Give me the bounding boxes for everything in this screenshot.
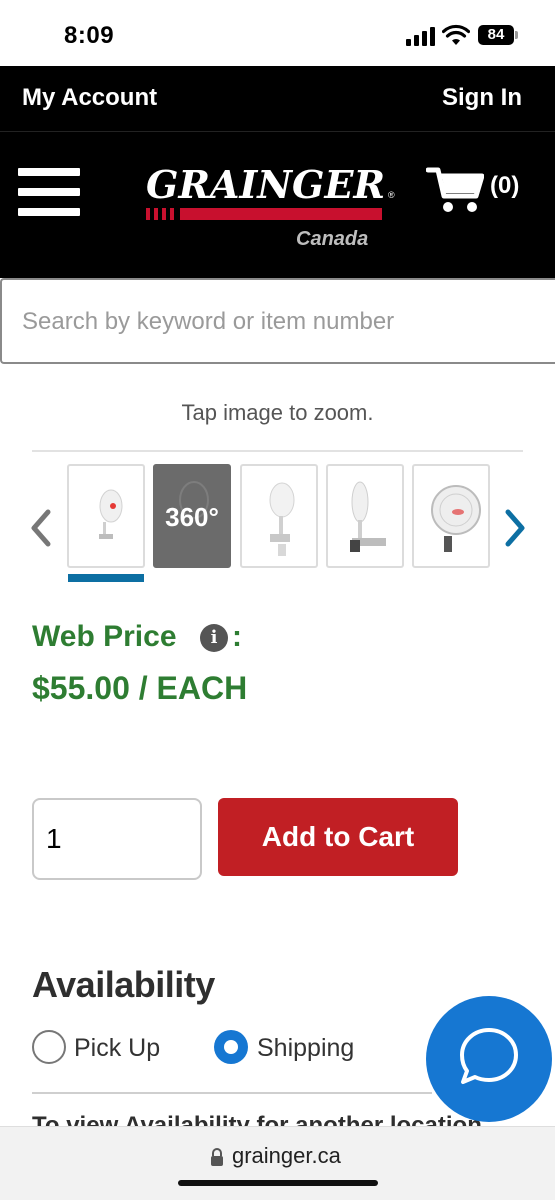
browser-url-bar[interactable]: grainger.ca xyxy=(0,1126,555,1200)
status-bar: 8:09 84 xyxy=(0,0,555,66)
pickup-radio[interactable] xyxy=(32,1030,66,1064)
cart-count[interactable]: (0) xyxy=(490,172,519,200)
fan-image xyxy=(350,481,386,552)
logo-wordmark: GRAINGER xyxy=(146,162,386,207)
wifi-icon xyxy=(442,24,470,45)
web-price-label: Web Price xyxy=(32,620,177,653)
lock-icon xyxy=(211,1148,223,1166)
add-to-cart-button[interactable]: Add to Cart xyxy=(218,798,458,876)
quantity-input[interactable] xyxy=(32,798,202,880)
product-thumbnail-3[interactable] xyxy=(240,464,318,568)
price-value: $55.00 / EACH xyxy=(32,670,248,706)
chat-icon xyxy=(460,1028,518,1084)
sign-in-link[interactable]: Sign In xyxy=(442,84,522,112)
product-thumbnail-1[interactable] xyxy=(67,464,145,568)
fan-image xyxy=(99,489,123,539)
product-thumbnail-5[interactable] xyxy=(412,464,490,568)
shipping-label[interactable]: Shipping xyxy=(257,1034,354,1063)
cart-icon[interactable] xyxy=(426,166,484,214)
battery-level: 84 xyxy=(487,26,505,43)
battery-icon: 84 xyxy=(478,25,518,45)
registered-mark-icon: ® xyxy=(388,190,395,200)
availability-title: Availability xyxy=(32,964,215,1005)
thumbnail-active-indicator xyxy=(68,574,144,582)
fan-image xyxy=(269,482,295,556)
zoom-hint: Tap image to zoom. xyxy=(181,400,374,425)
menu-icon[interactable] xyxy=(18,168,80,216)
signal-icon xyxy=(406,26,436,46)
product-thumbnail-360[interactable]: 360° xyxy=(153,464,231,568)
my-account-link[interactable]: My Account xyxy=(22,84,157,112)
chevron-right-icon[interactable] xyxy=(500,506,530,550)
home-indicator xyxy=(178,1180,378,1186)
url-text: grainger.ca xyxy=(232,1143,341,1168)
chevron-left-icon[interactable] xyxy=(26,506,56,550)
fan-image xyxy=(431,485,481,552)
product-thumbnail-4[interactable] xyxy=(326,464,404,568)
logo-subtitle: Canada xyxy=(296,228,369,250)
status-time: 8:09 xyxy=(64,22,115,49)
search-bar xyxy=(0,278,555,364)
chat-button[interactable] xyxy=(426,996,552,1122)
search-input[interactable] xyxy=(22,300,542,344)
shipping-radio[interactable] xyxy=(214,1030,248,1064)
logo-stripe xyxy=(146,208,382,220)
info-icon[interactable]: i xyxy=(200,624,228,652)
divider xyxy=(32,450,523,452)
account-bar: My Account Sign In xyxy=(0,66,555,132)
thumbnail-360-label: 360° xyxy=(165,502,219,532)
grainger-logo[interactable]: GRAINGER ® Canada xyxy=(140,154,400,254)
divider xyxy=(32,1092,432,1094)
price-colon: : xyxy=(232,620,242,653)
pickup-label[interactable]: Pick Up xyxy=(74,1034,160,1063)
site-header: GRAINGER ® Canada (0) xyxy=(0,132,555,278)
